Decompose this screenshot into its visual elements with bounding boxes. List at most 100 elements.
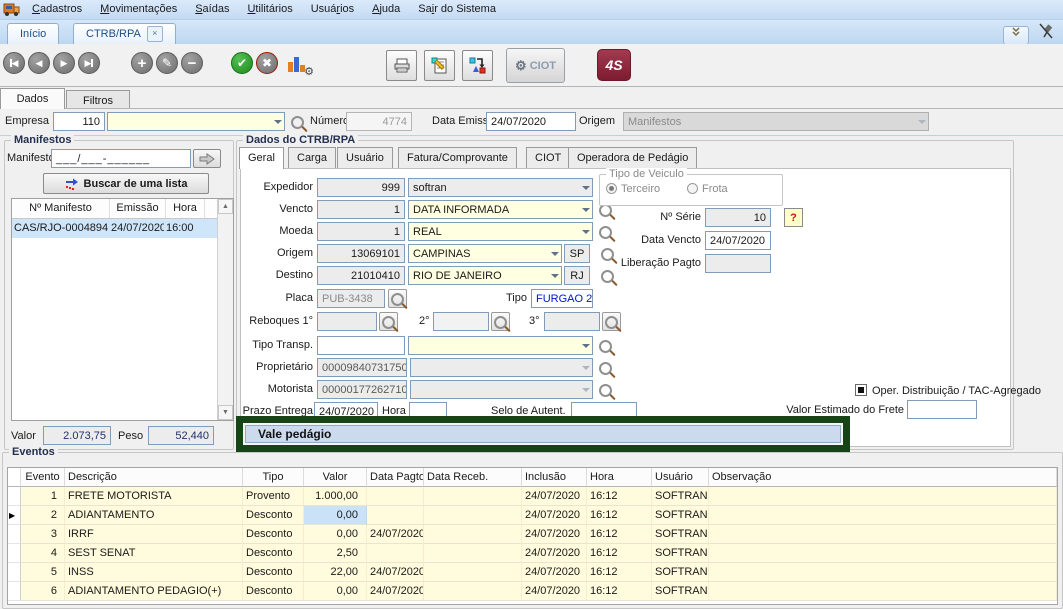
cell-descricao[interactable]: ADIANTAMENTO xyxy=(65,506,243,525)
chart-button[interactable]: ⚙ xyxy=(287,53,311,75)
cell-data_pagto[interactable] xyxy=(367,487,424,506)
cell-tipo[interactable]: Desconto xyxy=(243,563,304,582)
edit-record-button[interactable]: ✎ xyxy=(156,52,178,74)
cell-inclusao[interactable]: 24/07/2020 xyxy=(522,506,587,525)
unpin-tabs-button[interactable] xyxy=(1038,23,1054,43)
vencto-code-field[interactable]: 1 xyxy=(317,200,405,219)
cell-usuario[interactable]: SOFTRAN xyxy=(652,563,709,582)
cell-data_pagto[interactable] xyxy=(367,544,424,563)
data-emissao-field[interactable]: 24/07/2020 xyxy=(486,112,576,131)
delete-record-button[interactable]: − xyxy=(181,52,203,74)
cell-valor[interactable]: 2,50 xyxy=(304,544,367,563)
close-tab-icon[interactable]: × xyxy=(147,26,163,42)
cell-usuario[interactable]: SOFTRAN xyxy=(652,525,709,544)
cell-data_pagto[interactable]: 24/07/2020 xyxy=(367,563,424,582)
ctrb-tab-0[interactable]: Geral xyxy=(239,147,284,169)
cell-valor[interactable]: 22,00 xyxy=(304,563,367,582)
proprietario-search-icon[interactable] xyxy=(599,362,612,375)
cell-data_receb[interactable] xyxy=(424,563,522,582)
data-vencto-field[interactable]: 24/07/2020 xyxy=(705,231,771,250)
softran-logo-button[interactable]: 4S xyxy=(597,49,631,81)
reboque1-search-button[interactable] xyxy=(379,312,398,331)
cell-evento[interactable]: 2 xyxy=(21,506,65,525)
cell-descricao[interactable]: FRETE MOTORISTA xyxy=(65,487,243,506)
cell-tipo[interactable]: Desconto xyxy=(243,506,304,525)
cell-data_receb[interactable] xyxy=(424,487,522,506)
cell-observacao[interactable] xyxy=(709,525,1057,544)
reboque3-field[interactable] xyxy=(544,312,600,331)
cell-usuario[interactable]: SOFTRAN xyxy=(652,582,709,601)
report-button[interactable] xyxy=(424,50,455,81)
cell-data_receb[interactable] xyxy=(424,525,522,544)
reboque1-field[interactable] xyxy=(317,312,377,331)
tab-ctrb-rpa[interactable]: CTRB/RPA × xyxy=(73,23,176,44)
cell-inclusao[interactable]: 24/07/2020 xyxy=(522,563,587,582)
ctrb-tab-2[interactable]: Usuário xyxy=(337,147,393,168)
last-record-button[interactable]: ▶ xyxy=(78,52,100,74)
cell-descricao[interactable]: INSS xyxy=(65,563,243,582)
cell-data_pagto[interactable]: 24/07/2020 xyxy=(367,582,424,601)
tipo-veiculo-field[interactable]: FURGAO 2 EIXO xyxy=(531,289,593,308)
cell-valor[interactable]: 0,00 xyxy=(304,582,367,601)
eventos-col-descricao[interactable]: Descrição xyxy=(65,468,243,487)
cell-tipo[interactable]: Provento xyxy=(243,487,304,506)
origem-search-icon[interactable] xyxy=(601,248,614,261)
buscar-lista-button[interactable]: Buscar de uma lista xyxy=(43,173,209,194)
destino-uf-field[interactable]: RJ xyxy=(564,266,590,285)
menu-item-4[interactable]: Usuários xyxy=(302,0,363,19)
menu-item-1[interactable]: Movimentações xyxy=(91,0,186,19)
ctrb-tab-5[interactable]: Operadora de Pedágio xyxy=(568,147,697,168)
proprietario-combo[interactable] xyxy=(410,358,593,377)
cell-inclusao[interactable]: 24/07/2020 xyxy=(522,544,587,563)
motorista-code-field[interactable]: 00000177262710 xyxy=(317,380,407,399)
cell-inclusao[interactable]: 24/07/2020 xyxy=(522,582,587,601)
previous-record-button[interactable]: ◀ xyxy=(28,52,50,74)
vale-pedagio-bar[interactable]: Vale pedágio xyxy=(245,425,841,443)
eventos-col-inclusao[interactable]: Inclusão xyxy=(522,468,587,487)
proprietario-code-field[interactable]: 00009840731750 xyxy=(317,358,407,377)
menu-item-0[interactable]: Cadastros xyxy=(23,0,91,19)
eventos-col-evento[interactable]: Evento xyxy=(21,468,65,487)
manifest-scrollbar[interactable]: ▲ ▼ xyxy=(217,199,233,420)
cell-valor[interactable]: 1.000,00 xyxy=(304,487,367,506)
tab-inicio[interactable]: Início xyxy=(7,23,59,44)
nserie-field[interactable]: 10 xyxy=(705,208,771,227)
cell-descricao[interactable]: ADIANTAMENTO PEDAGIO(+) xyxy=(65,582,243,601)
destino-search-icon[interactable] xyxy=(601,270,614,283)
tipo-transp-combo[interactable] xyxy=(408,336,593,355)
cell-hora[interactable]: 16:12 xyxy=(587,506,652,525)
cell-descricao[interactable]: IRRF xyxy=(65,525,243,544)
eventos-col-observacao[interactable]: Observação xyxy=(709,468,1057,487)
ctrb-tab-1[interactable]: Carga xyxy=(288,147,336,168)
tipo-transp-code-field[interactable] xyxy=(317,336,405,355)
tab-filtros[interactable]: Filtros xyxy=(66,90,130,108)
origem-code-field[interactable]: 13069101 xyxy=(317,244,405,263)
ctrb-tab-3[interactable]: Fatura/Comprovante xyxy=(398,147,517,168)
tab-dados[interactable]: Dados xyxy=(0,88,65,109)
manifest-col-1[interactable]: Emissão xyxy=(110,199,166,218)
cell-observacao[interactable] xyxy=(709,487,1057,506)
origem-uf-field[interactable]: SP xyxy=(564,244,590,263)
cell-descricao[interactable]: SEST SENAT xyxy=(65,544,243,563)
reboque2-search-button[interactable] xyxy=(491,312,510,331)
empresa-name-combo[interactable] xyxy=(107,112,285,131)
cell-valor[interactable]: 0,00 xyxy=(304,506,367,525)
cell-hora[interactable]: 16:12 xyxy=(587,582,652,601)
motorista-search-icon[interactable] xyxy=(599,384,612,397)
origem-combo[interactable]: Manifestos xyxy=(623,112,929,131)
manifest-col-2[interactable]: Hora xyxy=(166,199,205,218)
moeda-code-field[interactable]: 1 xyxy=(317,222,405,241)
eventos-row-5[interactable]: 5INSSDesconto22,0024/07/202024/07/202016… xyxy=(8,563,1057,582)
motorista-combo[interactable] xyxy=(410,380,593,399)
transfer-button[interactable] xyxy=(462,50,493,81)
moeda-combo[interactable]: REAL xyxy=(408,222,593,241)
first-record-button[interactable]: ◀ xyxy=(3,52,25,74)
open-manifest-button[interactable] xyxy=(193,149,221,168)
manifesto-input[interactable]: ___/___-______ xyxy=(51,149,191,168)
cell-evento[interactable]: 1 xyxy=(21,487,65,506)
origem-cidade-combo[interactable]: CAMPINAS xyxy=(408,244,562,263)
destino-code-field[interactable]: 21010410 xyxy=(317,266,405,285)
vencto-combo[interactable]: DATA INFORMADA xyxy=(408,200,593,219)
valor-estimado-field[interactable] xyxy=(907,400,977,419)
cell-data_pagto[interactable] xyxy=(367,506,424,525)
